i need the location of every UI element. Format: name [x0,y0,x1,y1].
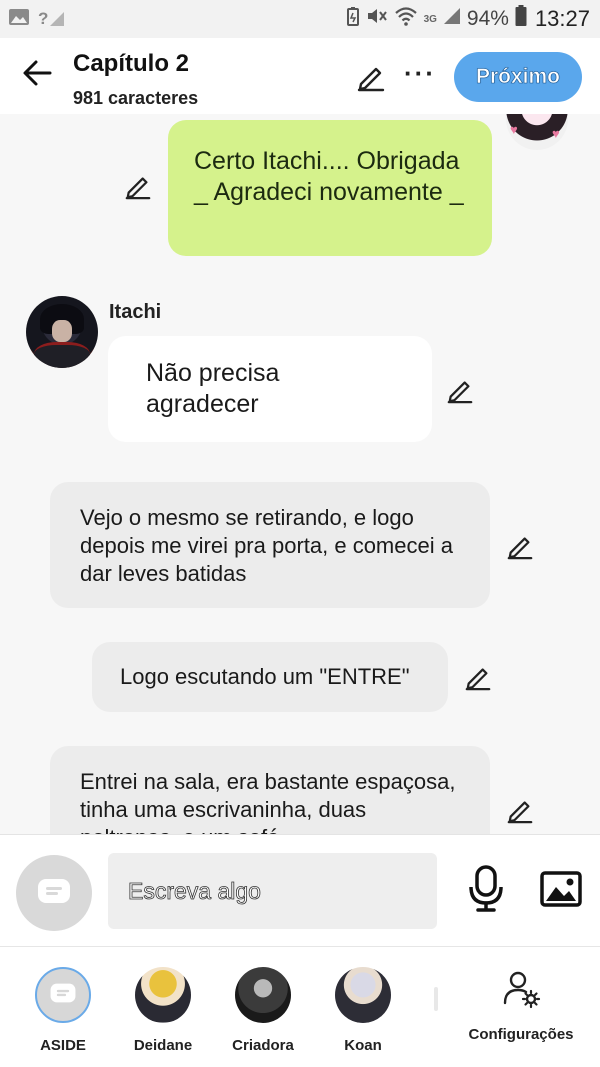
aside-mode-button[interactable] [16,855,92,931]
narrator-avatar[interactable]: ♥ ♥ [506,114,568,150]
status-bar: ? 3G 94% 13:27 [0,0,600,38]
edit-message-button[interactable] [124,172,152,205]
message-bubble-icon [49,982,77,1009]
pencil-icon [464,668,492,695]
message-text: Vejo o mesmo se retirando, e logo depois… [80,505,453,586]
message-bubble[interactable]: Não precisa agradecer [108,336,432,442]
image-upload-button[interactable] [540,871,582,912]
voice-input-button[interactable] [466,865,506,918]
speaker-name: Itachi [109,301,162,323]
mute-icon [366,6,388,32]
gallery-notification-icon [8,8,30,31]
clock: 13:27 [534,6,590,31]
message-text: Certo Itachi.... Obrigada _ Agradeci nov… [194,147,464,206]
battery-saver-icon [346,6,360,32]
itachi-avatar[interactable] [26,296,98,368]
deidane-avatar [135,967,191,1023]
more-options-button[interactable]: ··· [404,58,436,89]
koan-avatar [335,967,391,1023]
composer-bar [0,834,600,946]
character-name: ASIDE [40,1037,86,1054]
aside-avatar [35,967,91,1023]
battery-icon [515,5,527,33]
microphone-icon [466,865,506,917]
pencil-icon [124,177,152,204]
pencil-icon [506,537,534,564]
next-button[interactable]: Próximo [454,52,582,102]
message-text: Não precisa agradecer [146,359,280,418]
arrow-left-icon [22,59,52,92]
pencil-icon [446,381,474,408]
pencil-icon [506,801,534,828]
criadora-avatar [235,967,291,1023]
message-bubble[interactable]: Vejo o mesmo se retirando, e logo depois… [50,482,490,608]
character-name: Koan [344,1037,382,1054]
network-type: 3G [423,13,437,25]
settings-label: Configurações [468,1026,574,1043]
message-bubble[interactable]: Logo escutando um "ENTRE" [92,642,448,712]
message-text: Logo escutando um "ENTRE" [120,664,410,689]
battery-percentage: 94% [466,7,509,30]
character-deidane[interactable]: Deidane [118,967,208,1054]
message-bubble-icon [36,877,72,910]
character-name: Deidane [133,1037,193,1054]
settings-button[interactable]: Configurações [466,969,576,1043]
signal-icon [443,7,461,31]
character-aside[interactable]: ASIDE [18,967,108,1054]
no-signal-icon: ? [38,9,65,29]
message-bubble[interactable]: Certo Itachi.... Obrigada _ Agradeci nov… [168,120,492,256]
edit-message-button[interactable] [464,663,492,696]
message-bubble[interactable]: Entrei na sala, era bastante espaçosa, t… [50,746,490,834]
message-text: Entrei na sala, era bastante espaçosa, t… [80,769,456,834]
edit-title-button[interactable] [356,62,386,97]
edit-message-button[interactable] [506,532,534,565]
page-title: Capítulo 2 [73,50,190,77]
wifi-icon [394,6,418,32]
back-button[interactable] [20,58,54,92]
character-count: 981 caracteres [73,88,199,108]
user-settings-icon [501,971,541,1013]
chapter-header: Capítulo 2 981 caracteres ··· Próximo [0,38,600,114]
character-selector: ASIDE Deidane Criadora Koan Configuraçõe… [0,946,600,1067]
list-fade [434,987,438,1011]
message-input[interactable] [108,853,437,929]
edit-message-button[interactable] [506,796,534,829]
character-koan[interactable]: Koan [318,967,408,1054]
image-icon [540,871,582,911]
character-criadora[interactable]: Criadora [218,967,308,1054]
character-name: Criadora [232,1037,294,1054]
pencil-icon [356,67,386,96]
story-chat[interactable]: ♥ ♥ Certo Itachi.... Obrigada _ Agradeci… [0,114,600,834]
edit-message-button[interactable] [446,376,474,409]
